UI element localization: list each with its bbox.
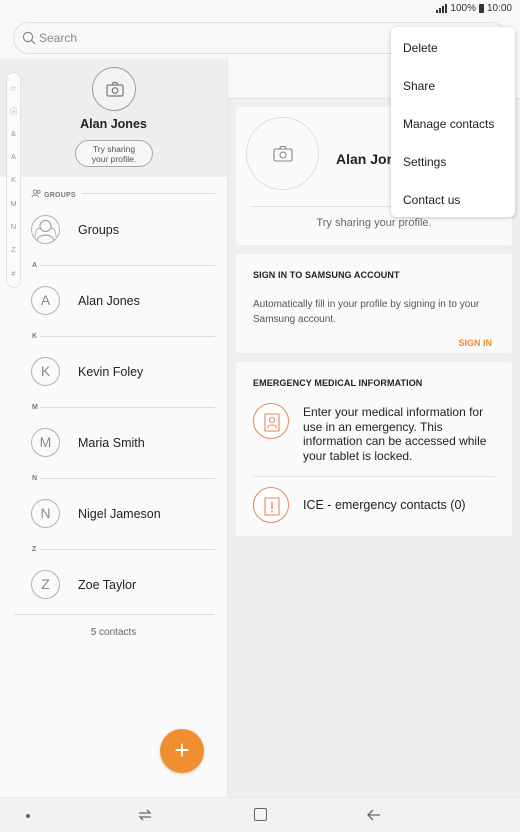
clock: 10:00 — [486, 3, 512, 14]
alphabet-index-scroller[interactable]: ☆ ⓐ & A K M N Z # — [6, 72, 21, 288]
medical-person-icon — [264, 413, 280, 432]
search-icon — [22, 31, 36, 45]
profile-photo-large[interactable] — [246, 117, 319, 190]
status-bar: 100% 10:00 — [0, 0, 520, 18]
index-letter[interactable]: N — [7, 222, 20, 231]
contact-avatar: N — [31, 499, 60, 528]
share-pill-line2: your profile. — [91, 154, 137, 164]
menu-item-share[interactable]: Share — [403, 79, 435, 93]
emergency-card-title: EMERGENCY MEDICAL INFORMATION — [253, 378, 423, 388]
medical-info-icon — [253, 403, 289, 439]
overflow-menu: Delete Share Manage contacts Settings Co… — [391, 27, 515, 217]
contacts-count: 5 contacts — [90, 627, 137, 638]
contact-avatar: A — [31, 286, 60, 315]
recent-apps-icon[interactable] — [137, 808, 153, 822]
home-icon[interactable] — [254, 808, 267, 821]
menu-item-settings[interactable]: Settings — [403, 155, 446, 169]
section-letter-n: N — [32, 475, 38, 482]
medical-info-text: Enter your medical information for use i… — [303, 405, 487, 463]
signal-icon — [436, 4, 448, 13]
divider — [40, 407, 215, 408]
index-letter[interactable]: A — [7, 152, 20, 161]
index-letter[interactable]: & — [7, 129, 20, 138]
share-profile-button[interactable]: Try sharing your profile. — [75, 140, 153, 167]
divider — [40, 336, 215, 337]
try-sharing-text: Try sharing your profile. — [316, 217, 432, 229]
samsung-card-text: Automatically fill in your profile by si… — [253, 299, 480, 325]
divider — [14, 614, 214, 615]
search-placeholder: Search — [39, 31, 78, 45]
index-letter[interactable]: Z — [7, 245, 20, 254]
samsung-account-card: SIGN IN TO SAMSUNG ACCOUNT Automatically… — [236, 254, 512, 353]
samsung-card-title: SIGN IN TO SAMSUNG ACCOUNT — [253, 270, 400, 280]
contacts-list-panel: Alan Jones Try sharing your profile. GRO… — [0, 59, 228, 797]
contact-name: Nigel Jameson — [78, 507, 161, 521]
menu-item-manage-contacts[interactable]: Manage contacts — [403, 117, 494, 131]
camera-icon — [273, 145, 293, 162]
contact-name: Alan Jones — [78, 294, 140, 308]
contact-avatar: M — [31, 428, 60, 457]
index-letter[interactable]: M — [7, 199, 20, 208]
menu-item-delete[interactable]: Delete — [403, 41, 438, 55]
camera-icon — [106, 81, 124, 97]
contact-avatar: Z — [31, 570, 60, 599]
groups-avatar — [31, 215, 60, 244]
index-letter[interactable]: ☆ — [7, 84, 20, 93]
groups-icon — [31, 189, 41, 198]
emergency-medical-card: EMERGENCY MEDICAL INFORMATION Enter your… — [236, 362, 512, 536]
status-indicators: 100% 10:00 — [436, 3, 512, 14]
divider — [40, 478, 215, 479]
profile-name: Alan Jones — [80, 117, 147, 131]
section-letter-m: M — [32, 404, 39, 411]
profile-photo[interactable] — [92, 67, 136, 111]
divider — [40, 549, 215, 550]
ice-contacts-text: ICE - emergency contacts (0) — [303, 498, 466, 512]
section-letter-a: A — [32, 262, 38, 269]
add-contact-button[interactable]: + — [160, 729, 204, 773]
group-people-icon — [34, 220, 57, 242]
share-pill-line1: Try sharing — [92, 144, 136, 154]
section-letter-k: K — [32, 333, 38, 340]
contact-name: Zoe Taylor — [78, 578, 137, 592]
index-letter[interactable]: K — [7, 175, 20, 184]
battery-percent: 100% — [450, 3, 476, 14]
contact-avatar: K — [31, 357, 60, 386]
groups-label: Groups — [78, 223, 119, 237]
system-navigation-bar — [0, 797, 520, 832]
warning-icon — [264, 497, 280, 516]
groups-header-label: GROUPS — [44, 192, 76, 199]
groups-section-header: GROUPS — [31, 189, 76, 199]
divider — [40, 265, 215, 266]
section-letter-z: Z — [32, 546, 37, 553]
ice-icon — [253, 487, 289, 523]
index-letter[interactable]: ⓐ — [7, 106, 20, 117]
contact-name: Kevin Foley — [78, 365, 144, 379]
back-icon[interactable] — [366, 808, 382, 822]
sign-in-button[interactable]: SIGN IN — [458, 338, 492, 348]
contact-name: Maria Smith — [78, 436, 145, 450]
menu-item-contact-us[interactable]: Contact us — [403, 193, 460, 207]
my-profile-card[interactable]: Alan Jones Try sharing your profile. — [0, 59, 227, 177]
nav-dot-icon[interactable] — [26, 814, 30, 818]
index-letter[interactable]: # — [7, 269, 20, 278]
battery-icon — [478, 4, 484, 13]
divider — [253, 476, 495, 477]
divider — [82, 193, 215, 194]
